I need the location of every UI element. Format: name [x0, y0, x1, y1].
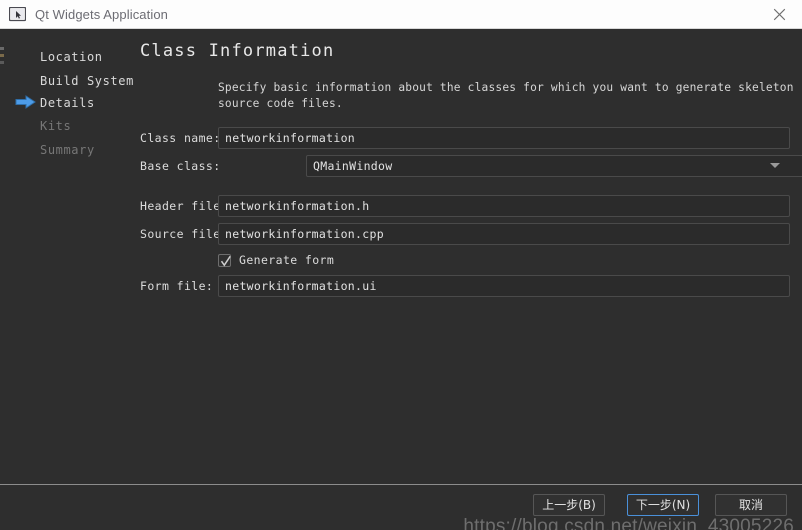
close-icon[interactable]: [756, 0, 802, 28]
page-description: Specify basic information about the clas…: [218, 81, 794, 110]
sidebar-item-summary[interactable]: Summary: [40, 140, 95, 160]
header-file-label: Header file:: [140, 199, 228, 213]
chevron-down-icon: [770, 163, 780, 168]
row-base-class: Base class: QMainWindow: [130, 155, 802, 177]
row-source-file: Source file: networkinformation.cpp: [130, 223, 802, 245]
row-form-file: Form file: networkinformation.ui: [130, 275, 802, 297]
base-class-label: Base class:: [140, 159, 221, 173]
form-file-input[interactable]: networkinformation.ui: [218, 275, 790, 297]
sidebar-item-kits[interactable]: Kits: [40, 116, 71, 136]
class-name-label: Class name:: [140, 131, 221, 145]
row-header-file: Header file: networkinformation.h: [130, 195, 802, 217]
qt-wizard-window: Qt Widgets Application Location Build Sy…: [0, 0, 802, 530]
generate-form-checkbox[interactable]: Generate form: [218, 250, 334, 270]
blue-right-arrow-icon: [15, 95, 37, 109]
row-class-name: Class name: networkinformation: [130, 127, 802, 149]
source-file-label: Source file:: [140, 227, 228, 241]
class-name-input[interactable]: networkinformation: [218, 127, 790, 149]
qt-designer-window-icon: [8, 6, 27, 22]
header-file-input[interactable]: networkinformation.h: [218, 195, 790, 217]
wizard-body: Location Build System Details Kits Summa…: [0, 29, 802, 530]
sidebar-item-location[interactable]: Location: [40, 47, 103, 67]
base-class-combobox[interactable]: QMainWindow: [218, 155, 802, 177]
wizard-content: Class Information Specify basic informat…: [130, 29, 802, 530]
form-file-label: Form file:: [140, 279, 214, 293]
generate-form-label: Generate form: [239, 253, 335, 267]
window-titlebar: Qt Widgets Application: [0, 0, 802, 29]
sidebar-item-build-system[interactable]: Build System: [40, 71, 134, 91]
wizard-step-sidebar: Location Build System Details Kits Summa…: [0, 29, 133, 530]
base-class-value[interactable]: QMainWindow: [306, 155, 802, 177]
sidebar-item-details[interactable]: Details: [40, 93, 95, 113]
source-file-input[interactable]: networkinformation.cpp: [218, 223, 790, 245]
page-title: Class Information: [140, 41, 335, 61]
previous-button[interactable]: 上一步(B): [533, 494, 605, 516]
checkbox-box[interactable]: [218, 253, 231, 267]
wizard-footer: 上一步(B) 下一步(N) 取消: [0, 485, 802, 530]
cancel-button[interactable]: 取消: [715, 494, 787, 516]
checkmark-icon: [220, 255, 231, 267]
window-title: Qt Widgets Application: [35, 6, 168, 22]
next-button[interactable]: 下一步(N): [627, 494, 699, 516]
